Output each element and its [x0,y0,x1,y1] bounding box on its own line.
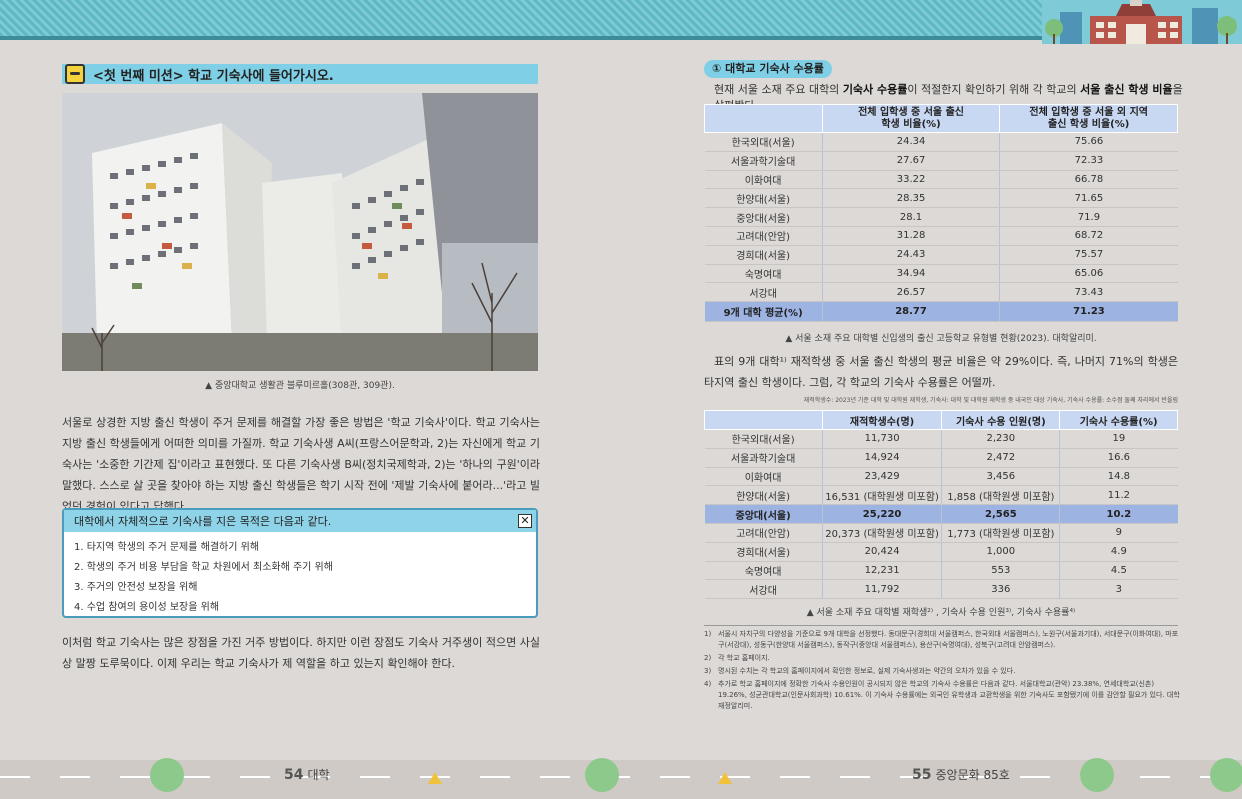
body-paragraph-3: 표의 9개 대학¹⁾ 재적학생 중 서울 출신 학생의 평균 비율은 약 29%… [704,355,1178,389]
page-number-left: 54 대학 [284,767,330,783]
table-header-cell: 기숙사 수용 인원(명) [941,410,1061,430]
table-row: 이화여대 33.22 66.78 [704,170,1178,190]
footnote: 2) 각 학교 홈페이지. [704,654,770,662]
tree-icon [585,758,619,792]
table-row: 중앙대(서울) 28.1 71.9 [704,207,1178,227]
table-row: 한국외대(서울) 24.34 75.66 [704,132,1178,152]
purpose-box: 대학에서 자체적으로 기숙사를 지은 목적은 다음과 같다. ✕ 1. 타지역 … [62,508,538,618]
table-header-cell [704,410,823,430]
photo-caption: ▲ 중앙대학교 생활관 블루미르홀(308관, 309관). [205,381,395,391]
footnote: 3) 명시된 수치는 각 학교의 홈페이지에서 확인한 정보로, 실제 기숙사생과… [704,667,1016,675]
tree-icon [150,758,184,792]
table-average-row: 9개 대학 평균(%) 28.77 71.23 [704,301,1178,323]
table-header-cell: 전체 입학생 중 서울 출신 학생 비율(%) [821,104,1001,133]
list-item: 2. 학생의 주거 비용 부담을 학교 차원에서 최소화해 주기 위해 [74,562,333,573]
table-header-cell: 전체 입학생 중 서울 외 지역 출신 학생 비율(%) [999,104,1178,133]
list-item: 4. 수업 참여의 용이성 보장을 위해 [74,602,220,613]
purpose-list: 1. 타지역 학생의 주거 문제를 해결하기 위해 2. 학생의 주거 비용 부… [64,532,536,624]
road-lane-marking [0,776,1242,778]
footnote-divider [704,625,1178,626]
campus-building-illustration [1042,0,1242,44]
table-header-cell [704,104,823,133]
list-item: 3. 주거의 안전성 보장을 위해 [74,582,198,593]
table-row: 한양대(서울) 28.35 71.65 [704,188,1178,209]
tree-icon [1080,758,1114,792]
table-row: 경희대(서울) 20,424 1,000 4.9 [704,542,1178,562]
purpose-box-title: 대학에서 자체적으로 기숙사를 지은 목적은 다음과 같다. [74,515,332,528]
robot-icon [65,64,85,84]
table-row: 서강대 11,792 336 3 [704,579,1178,600]
table-row: 숙명여대 12,231 553 4.5 [704,561,1178,581]
table-row: 한양대(서울) 16,531 (대학원생 미포함) 1,858 (대학원생 미포함)… [704,485,1178,506]
dorm-capacity-table: 재적학생수(명) 기숙사 수용 인원(명) 기숙사 수용률(%) 한국외대(서울… [704,410,1178,600]
table-row: 고려대(안암) 31.28 68.72 [704,226,1178,246]
bottom-road-illustration [0,760,1242,799]
warning-sign-icon [428,772,442,784]
table-header-cell: 재적학생수(명) [821,410,943,430]
table2-source-note: 재적학생수: 2023년 기준 대학 및 대학원 재학생, 기숙사: 대학 및 … [803,397,1178,404]
table-row: 숙명여대 34.94 65.06 [704,264,1178,284]
table-row: 고려대(안암) 20,373 (대학원생 미포함) 1,773 (대학원생 미포함)… [704,523,1178,543]
purpose-box-header: 대학에서 자체적으로 기숙사를 지은 목적은 다음과 같다. ✕ [64,510,536,532]
footnote: 4) 추가로 학교 홈페이지에 정확한 기숙사 수용인원이 공시되지 않은 학교의… [704,680,1180,710]
list-item: 1. 타지역 학생의 주거 문제를 해결하기 위해 [74,542,260,553]
table-row: 한국외대(서울) 11,730 2,230 19 [704,429,1178,449]
table-row: 서강대 26.57 73.43 [704,282,1178,303]
dormitory-photo [62,93,538,371]
table-row: 이화여대 23,429 3,456 14.8 [704,467,1178,487]
table-header-cell: 기숙사 수용률(%) [1059,410,1178,430]
table-header-row: 재적학생수(명) 기숙사 수용 인원(명) 기숙사 수용률(%) [704,410,1178,430]
footnotes: 1) 서울시 자치구의 다양성을 기준으로 9개 대학을 선정했다. 동대문구(경… [704,629,1180,714]
tree-icon [1210,758,1242,792]
page-number-right: 55 중앙문화 85호 [912,767,1010,783]
body-paragraph-1: 서울로 상경한 지방 출신 학생이 주거 문제를 해결할 가장 좋은 방법은 '… [62,416,540,513]
close-icon: ✕ [518,514,532,528]
footnote: 1) 서울시 자치구의 다양성을 기준으로 9개 대학을 선정했다. 동대문구(경… [704,630,1179,649]
table-row: 경희대(서울) 24.43 75.57 [704,245,1178,265]
table-row: 서울과학기술대 14,924 2,472 16.6 [704,448,1178,468]
section-title: ① 대학교 기숙사 수용률 [704,60,832,78]
mission-banner: <첫 번째 미션> 학교 기숙사에 들어가시오. [62,64,538,84]
table2-caption: ▲ 서울 소재 주요 대학별 재학생²⁾ , 기숙사 수용 인원³⁾, 기숙사 … [806,608,1076,618]
mission-title: <첫 번째 미션> 학교 기숙사에 들어가시오. [93,68,334,84]
warning-sign-icon [718,772,732,784]
table-row-highlighted: 중앙대(서울) 25,220 2,565 10.2 [704,504,1178,524]
table-header-row: 전체 입학생 중 서울 출신 학생 비율(%) 전체 입학생 중 서울 외 지역… [704,104,1178,133]
table-row: 서울과학기술대 27.67 72.33 [704,151,1178,171]
origin-ratio-table: 전체 입학생 중 서울 출신 학생 비율(%) 전체 입학생 중 서울 외 지역… [704,104,1178,323]
body-paragraph-2: 이처럼 학교 기숙사는 많은 장점을 가진 거주 방법이다. 하지만 이런 장점… [62,636,540,670]
table1-caption: ▲ 서울 소재 주요 대학별 신입생의 출신 고등학교 유형별 현황(2023)… [785,334,1097,344]
